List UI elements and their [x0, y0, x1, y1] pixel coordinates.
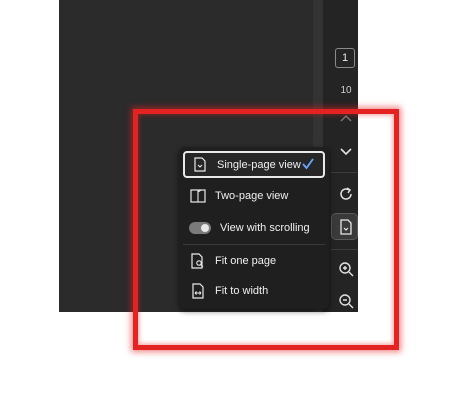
- page-total: 10: [340, 85, 352, 96]
- two-page-icon: [189, 187, 207, 205]
- zoom-in-icon[interactable]: [337, 260, 355, 278]
- chevron-up-icon[interactable]: [337, 109, 355, 127]
- menu-item-single-page-view[interactable]: Single-page view: [183, 151, 325, 178]
- scrolling-toggle[interactable]: [189, 221, 211, 234]
- menu-item-label: Two-page view: [215, 189, 289, 202]
- single-page-icon: [191, 156, 209, 174]
- menu-item-label: Fit to width: [215, 284, 269, 297]
- page-view-icon: [337, 218, 355, 236]
- checkmark-icon: [301, 157, 315, 171]
- fit-width-icon: [189, 282, 207, 300]
- menu-item-label: Fit one page: [215, 254, 277, 267]
- zoom-out-icon[interactable]: [337, 292, 355, 310]
- menu-item-label: View with scrolling: [220, 221, 310, 234]
- view-mode-menu: Single-page view Two-page view View with…: [179, 147, 329, 309]
- page-number-input[interactable]: 1: [335, 48, 355, 68]
- menu-item-fit-to-width[interactable]: Fit to width: [183, 277, 325, 304]
- menu-item-two-page-view[interactable]: Two-page view: [183, 182, 325, 209]
- menu-item-fit-one-page[interactable]: Fit one page: [183, 247, 325, 274]
- menu-item-label: Single-page view: [217, 158, 301, 171]
- toolbar-divider: [331, 249, 357, 250]
- menu-divider: [183, 244, 325, 245]
- toolbar-divider: [331, 172, 357, 173]
- fit-page-icon: [189, 252, 207, 270]
- rotate-icon[interactable]: [337, 185, 355, 203]
- menu-item-view-with-scrolling[interactable]: View with scrolling: [183, 214, 325, 241]
- chevron-down-icon[interactable]: [337, 143, 355, 161]
